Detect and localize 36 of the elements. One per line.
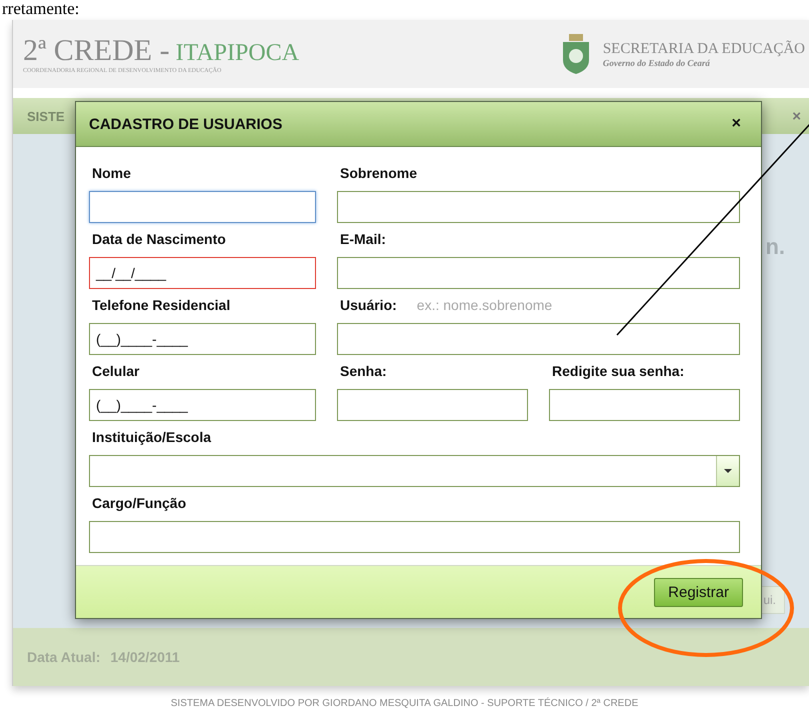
secretaria-name: SECRETARIA DA EDUCAÇÃO (602, 40, 805, 58)
field-label: Data de Nascimento (92, 231, 226, 247)
close-button[interactable]: × (732, 115, 741, 133)
dropdown-field[interactable] (89, 455, 740, 487)
site-title: 2ª CREDE - (23, 34, 170, 68)
field-label: Senha: (340, 363, 387, 379)
input-field[interactable]: __/__/____ (89, 257, 316, 289)
field-label: Usuário: (340, 297, 397, 313)
input-field[interactable]: (__)____-____ (89, 323, 316, 355)
input-field[interactable]: (__)____-____ (89, 389, 316, 421)
input-field[interactable] (549, 389, 740, 421)
field-label: Redigite sua senha: (552, 363, 684, 379)
panel-title: SISTE (27, 108, 65, 124)
field-label: Telefone Residencial (92, 297, 230, 313)
field-label: Instituição/Escola (92, 429, 212, 445)
field-label: Celular (92, 363, 140, 379)
crest-icon (560, 34, 591, 74)
field-label: Nome (92, 165, 131, 181)
field-label: E-Mail: (340, 231, 386, 247)
input-field[interactable] (337, 191, 740, 223)
input-field[interactable] (89, 191, 316, 223)
field-hint: ex.: nome.sobrenome (416, 297, 552, 313)
input-field[interactable] (89, 521, 740, 553)
input-field[interactable] (337, 389, 528, 421)
dropdown-button[interactable] (716, 456, 739, 486)
caret-icon (723, 468, 733, 474)
city-name: ITAPIPOCA (176, 40, 300, 67)
register-button[interactable]: Registrar (654, 578, 743, 606)
document-text: rretamente: (1, 0, 80, 20)
dialog-title: CADASTRO DE USUARIOS (89, 116, 282, 132)
field-label: Cargo/Função (92, 495, 186, 511)
input-field[interactable] (337, 257, 740, 289)
input-field[interactable] (337, 323, 740, 355)
field-label: Sobrenome (340, 165, 418, 181)
government-name: Governo do Estado do Ceará (602, 58, 711, 68)
credits-text: SISTEMA DESENVOLVIDO POR GIORDANO MESQUITA GALDINO - SUPORTE TÉCNICO / 2ª CREDE (170, 698, 640, 710)
